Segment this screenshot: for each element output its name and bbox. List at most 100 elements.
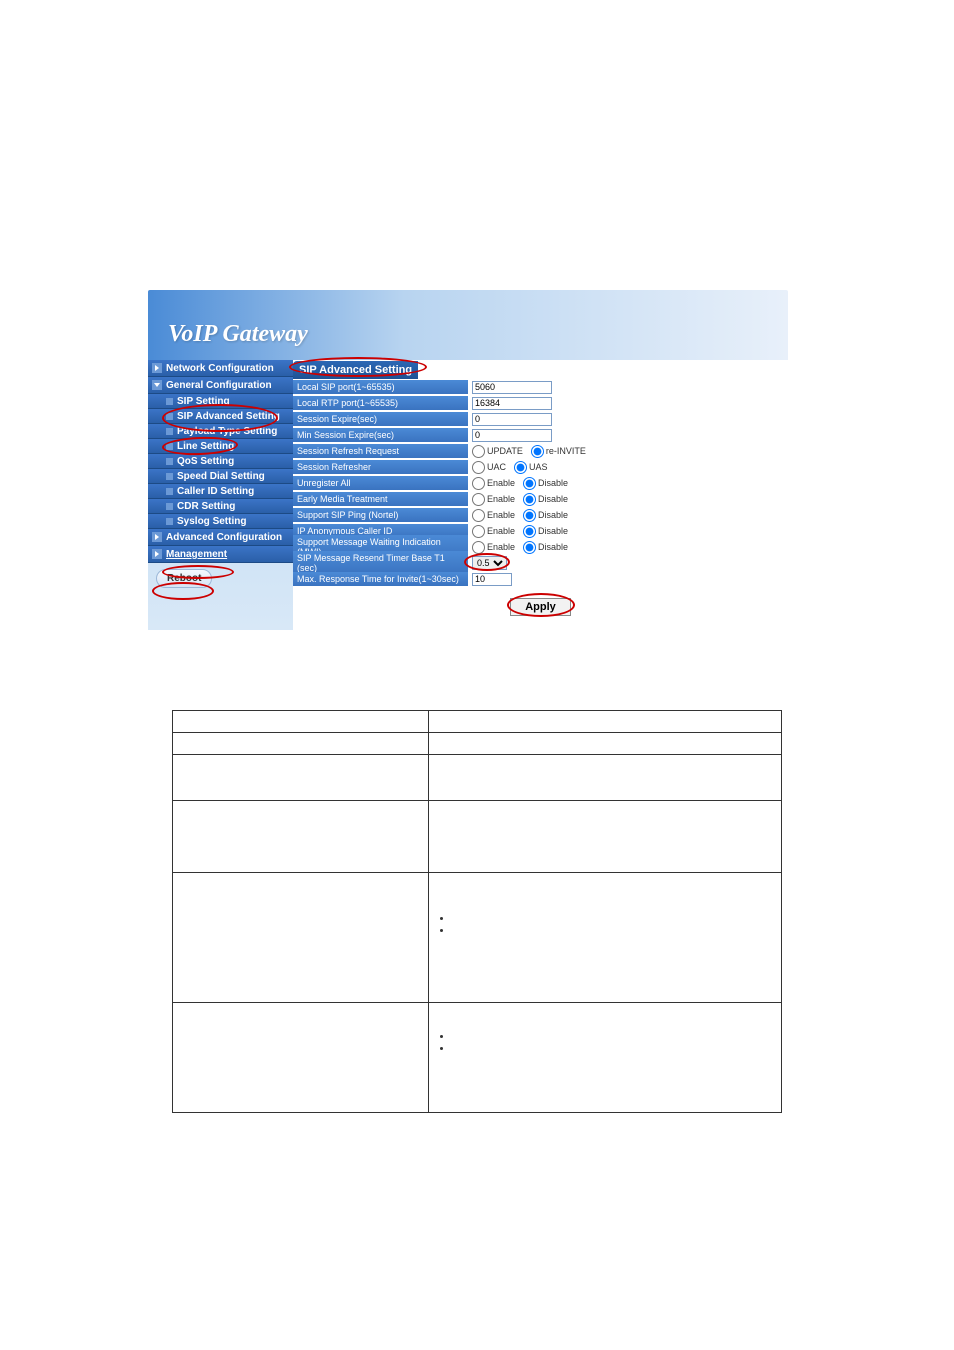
app-title: VoIP Gateway — [168, 321, 308, 348]
radio-disable[interactable] — [523, 493, 536, 506]
table-cell — [173, 711, 429, 733]
sidebar-item-line-setting[interactable]: Line Setting — [148, 439, 293, 454]
radio-label: Disable — [538, 478, 568, 488]
table-cell — [173, 801, 429, 873]
label-session-expire: Session Expire(sec) — [293, 412, 468, 426]
input-local-rtp-port[interactable] — [472, 397, 552, 410]
table-cell — [428, 733, 781, 755]
square-icon — [166, 488, 173, 495]
input-min-session-expire[interactable] — [472, 429, 552, 442]
radio-uac[interactable] — [472, 461, 485, 474]
radio-update[interactable] — [472, 445, 485, 458]
sidebar: Network Configuration General Configurat… — [148, 360, 293, 630]
sidebar-item-speed-dial[interactable]: Speed Dial Setting — [148, 469, 293, 484]
table-cell — [428, 711, 781, 733]
arrow-right-icon — [152, 549, 162, 559]
radio-label: Enable — [487, 478, 515, 488]
sidebar-cat-advanced[interactable]: Advanced Configuration — [148, 529, 293, 546]
radio-label: UAS — [529, 462, 548, 472]
bullet-item — [453, 913, 775, 925]
select-resend-timer[interactable]: 0.5 — [472, 556, 507, 570]
square-icon — [166, 458, 173, 465]
sidebar-item-label: SIP Setting — [177, 396, 230, 407]
arrow-right-icon — [152, 363, 162, 373]
sidebar-item-label: Speed Dial Setting — [177, 471, 265, 482]
panel-title: SIP Advanced Setting — [293, 361, 418, 379]
label-unregister-all: Unregister All — [293, 476, 468, 490]
arrow-down-icon — [152, 380, 162, 390]
sidebar-item-label: CDR Setting — [177, 501, 235, 512]
radio-label: Disable — [538, 494, 568, 504]
sidebar-item-sip-advanced[interactable]: SIP Advanced Setting — [148, 409, 293, 424]
table-cell — [428, 755, 781, 801]
radio-enable[interactable] — [472, 509, 485, 522]
input-max-response[interactable] — [472, 573, 512, 586]
sidebar-item-label: SIP Advanced Setting — [177, 411, 280, 422]
main-panel: SIP Advanced Setting Local SIP port(1~65… — [293, 360, 788, 630]
radio-uas[interactable] — [514, 461, 527, 474]
label-session-refresh: Session Refresh Request — [293, 444, 468, 458]
bullet-item — [453, 1043, 775, 1055]
bullet-item — [453, 1031, 775, 1043]
apply-button[interactable]: Apply — [510, 598, 571, 616]
radio-reinvite[interactable] — [531, 445, 544, 458]
square-icon — [166, 398, 173, 405]
radio-label: re-INVITE — [546, 446, 586, 456]
radio-disable[interactable] — [523, 525, 536, 538]
radio-label: Disable — [538, 510, 568, 520]
table-cell — [428, 801, 781, 873]
radio-enable[interactable] — [472, 477, 485, 490]
radio-label: Enable — [487, 510, 515, 520]
radio-label: UPDATE — [487, 446, 523, 456]
radio-enable[interactable] — [472, 541, 485, 554]
table-cell — [428, 873, 781, 1003]
sidebar-item-qos-setting[interactable]: QoS Setting — [148, 454, 293, 469]
sidebar-cat-label: Advanced Configuration — [166, 532, 282, 543]
radio-label: Disable — [538, 542, 568, 552]
sidebar-item-label: Payload Type Setting — [177, 426, 277, 437]
radio-enable[interactable] — [472, 493, 485, 506]
radio-label: Enable — [487, 542, 515, 552]
label-local-rtp-port: Local RTP port(1~65535) — [293, 396, 468, 410]
radio-label: Enable — [487, 494, 515, 504]
label-local-sip-port: Local SIP port(1~65535) — [293, 380, 468, 394]
radio-label: Disable — [538, 526, 568, 536]
sidebar-cat-label: Network Configuration — [166, 363, 274, 374]
square-icon — [166, 473, 173, 480]
sidebar-cat-label: General Configuration — [166, 380, 272, 391]
sidebar-item-label: Syslog Setting — [177, 516, 246, 527]
radio-label: UAC — [487, 462, 506, 472]
radio-label: Enable — [487, 526, 515, 536]
sidebar-item-cdr-setting[interactable]: CDR Setting — [148, 499, 293, 514]
sidebar-cat-network[interactable]: Network Configuration — [148, 360, 293, 377]
input-local-sip-port[interactable] — [472, 381, 552, 394]
sidebar-cat-management[interactable]: Management — [148, 546, 293, 563]
radio-disable[interactable] — [523, 477, 536, 490]
label-early-media: Early Media Treatment — [293, 492, 468, 506]
table-cell — [173, 755, 429, 801]
sidebar-item-sip-setting[interactable]: SIP Setting — [148, 394, 293, 409]
input-session-expire[interactable] — [472, 413, 552, 426]
sidebar-cat-label: Management — [166, 549, 227, 560]
label-min-session-expire: Min Session Expire(sec) — [293, 428, 468, 442]
table-cell — [428, 1003, 781, 1113]
radio-enable[interactable] — [472, 525, 485, 538]
label-session-refresher: Session Refresher — [293, 460, 468, 474]
sidebar-item-label: Caller ID Setting — [177, 486, 254, 497]
sidebar-item-caller-id[interactable]: Caller ID Setting — [148, 484, 293, 499]
square-icon — [166, 428, 173, 435]
radio-disable[interactable] — [523, 541, 536, 554]
table-cell — [173, 733, 429, 755]
app-header: VoIP Gateway — [148, 290, 788, 360]
radio-disable[interactable] — [523, 509, 536, 522]
sidebar-item-payload-type[interactable]: Payload Type Setting — [148, 424, 293, 439]
square-icon — [166, 413, 173, 420]
description-table — [172, 710, 782, 1113]
square-icon — [166, 443, 173, 450]
square-icon — [166, 518, 173, 525]
sidebar-cat-general[interactable]: General Configuration — [148, 377, 293, 394]
sidebar-item-syslog[interactable]: Syslog Setting — [148, 514, 293, 529]
reboot-button[interactable]: Reboot — [156, 569, 212, 588]
sidebar-item-label: Line Setting — [177, 441, 234, 452]
label-sip-ping: Support SIP Ping (Nortel) — [293, 508, 468, 522]
